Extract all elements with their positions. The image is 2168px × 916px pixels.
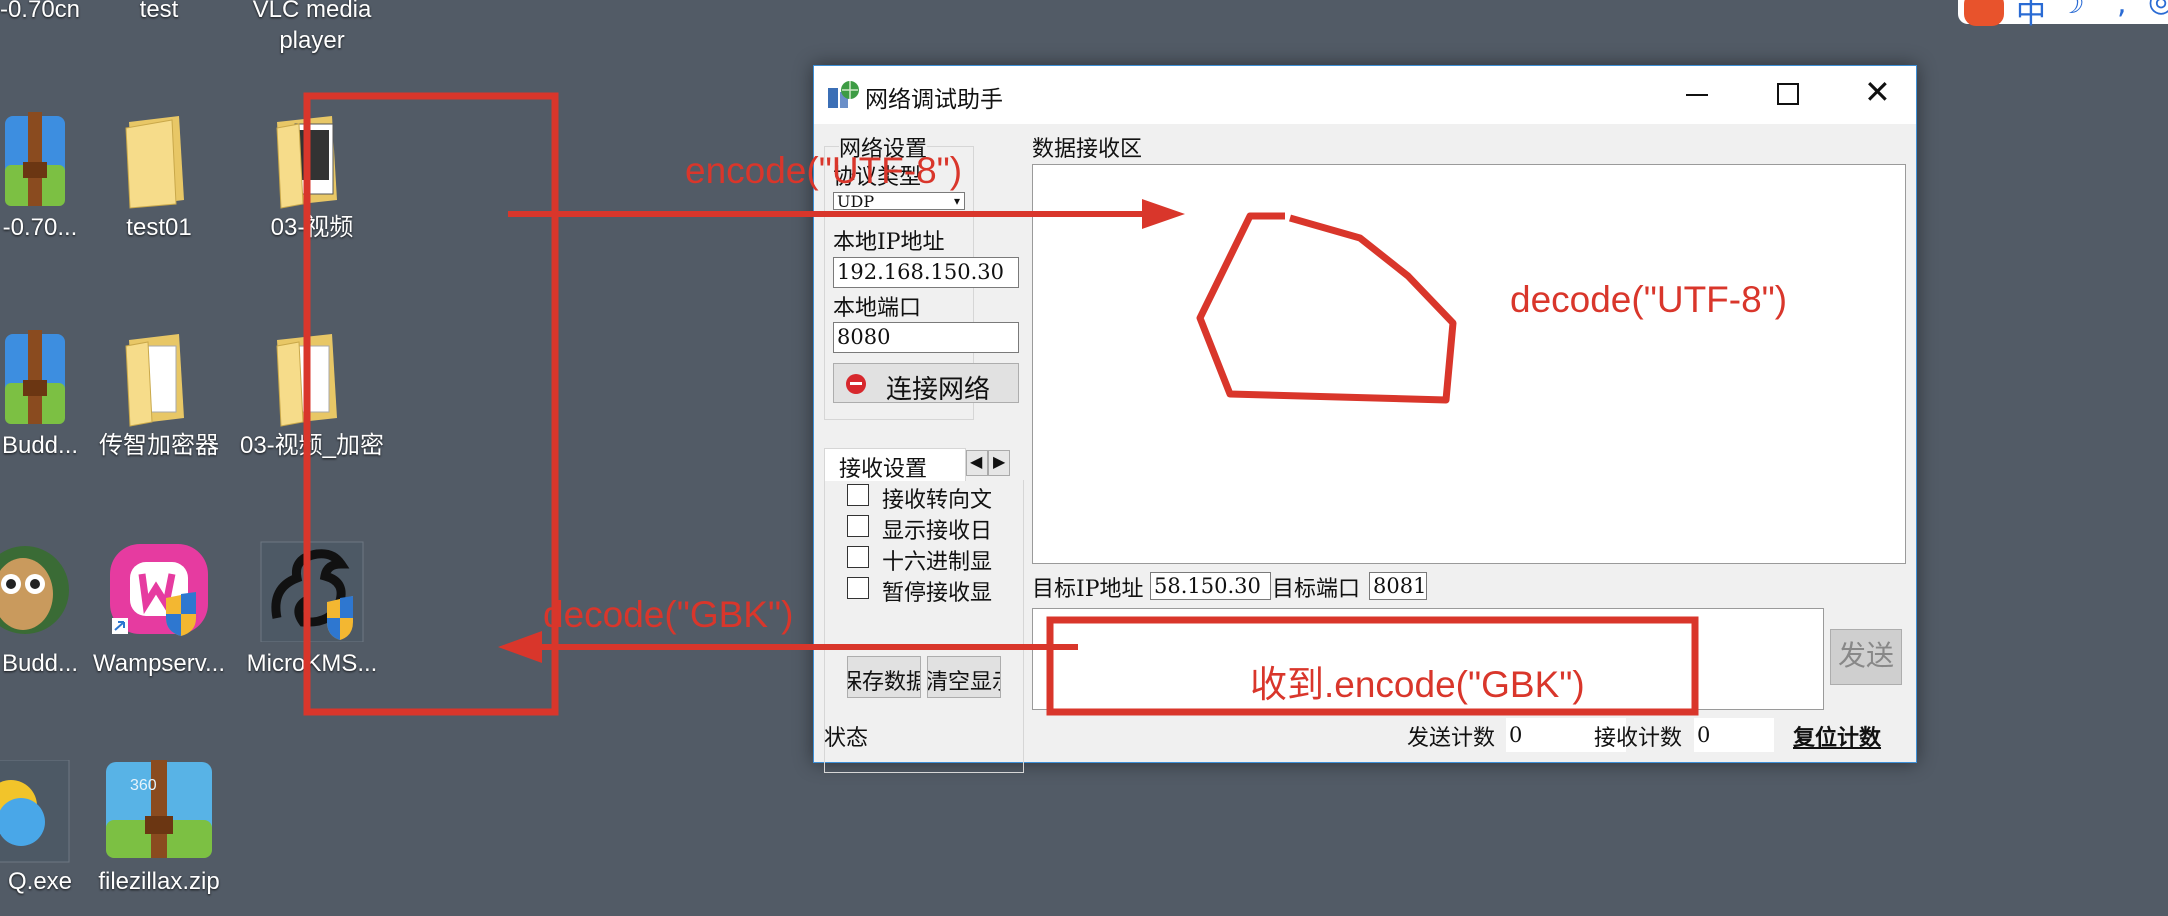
annotation-decode-utf8: decode("UTF-8") xyxy=(1510,279,1788,320)
annotation-arrow-send-head xyxy=(1142,199,1185,229)
annotation-overlay xyxy=(303,92,1699,716)
annotation-encode-utf8: encode("UTF-8") xyxy=(685,150,963,191)
annotation-recv-encode-gbk: 收到.encode("GBK") xyxy=(1250,664,1585,705)
annotation-arrow-recv-head xyxy=(498,631,542,663)
annotation-scribble xyxy=(1196,212,1457,404)
annotation-decode-gbk: decode("GBK") xyxy=(543,594,794,635)
annotation-box-left xyxy=(303,92,559,716)
